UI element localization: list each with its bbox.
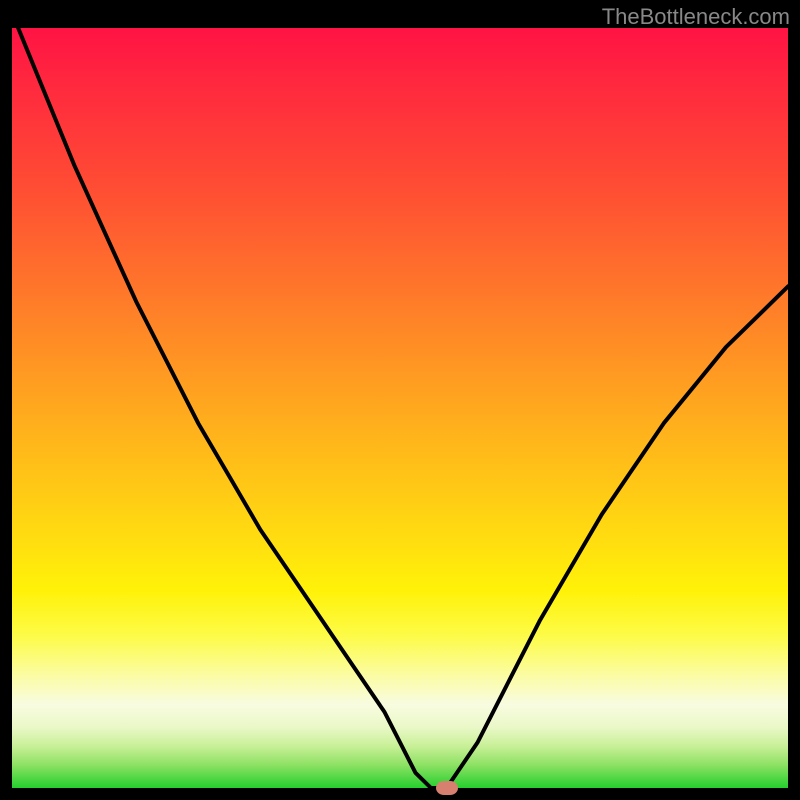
optimum-marker bbox=[436, 781, 458, 795]
chart-area bbox=[12, 28, 788, 788]
watermark-text: TheBottleneck.com bbox=[602, 4, 790, 30]
bottleneck-curve bbox=[12, 28, 788, 788]
